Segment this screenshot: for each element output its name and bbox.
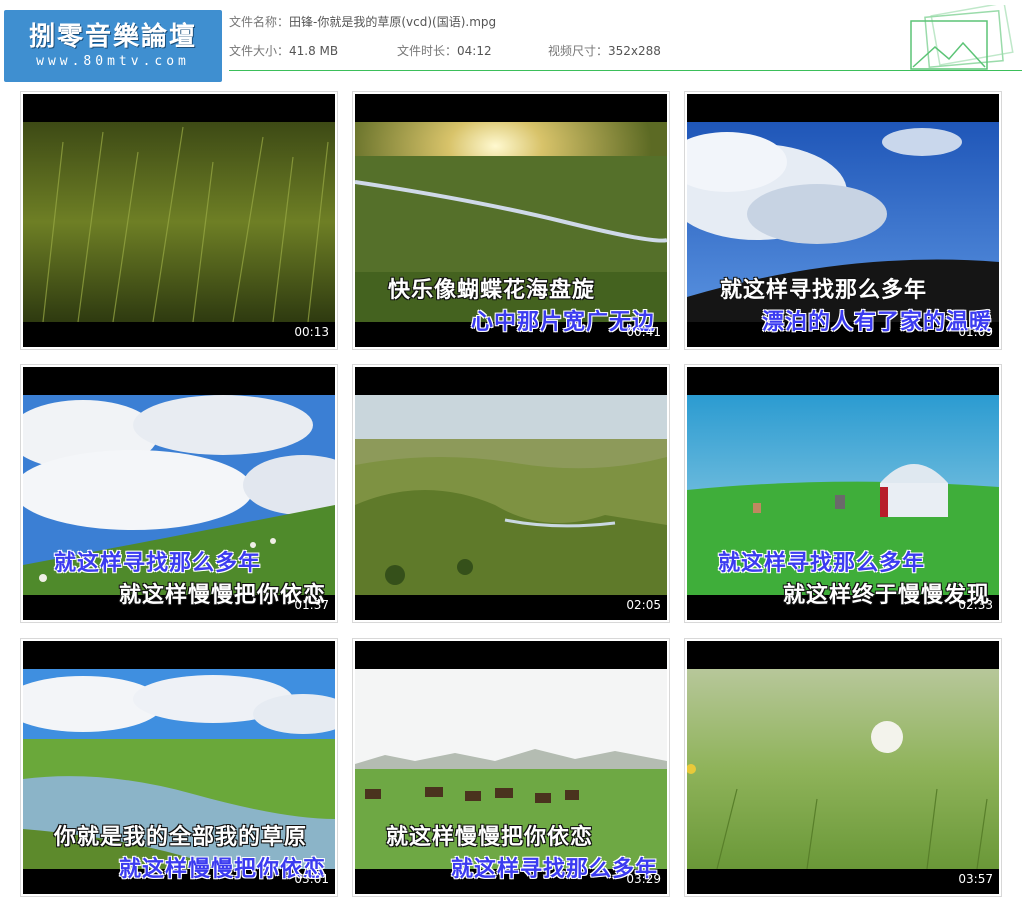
lyric-line-1: 就这样寻找那么多年: [718, 551, 926, 576]
thumbnail[interactable]: 你就是我的全部我的草原 就这样慢慢把你依恋 03:01: [20, 638, 338, 897]
file-duration-label: 文件时长：: [397, 44, 458, 58]
file-name-label: 文件名称：: [229, 15, 290, 29]
timestamp: 03:01: [294, 872, 329, 886]
timestamp: 02:05: [626, 598, 661, 612]
video-dimensions-label: 视频尺寸：: [548, 44, 609, 58]
file-size-value: 41.8 MB: [289, 44, 339, 58]
thumbnail[interactable]: 就这样寻找那么多年 漂泊的人有了家的温暖 01:09: [684, 91, 1002, 350]
lyric-line-1: 就这样寻找那么多年: [720, 278, 928, 303]
lyric-line-1: 就这样慢慢把你依恋: [386, 825, 594, 850]
video-dimensions-value: 352x288: [608, 44, 661, 58]
file-duration-row: 文件时长：04:12: [397, 42, 492, 59]
lyric-line-1: 你就是我的全部我的草原: [54, 825, 308, 850]
thumbnail[interactable]: 就这样寻找那么多年 就这样终于慢慢发现 02:33: [684, 364, 1002, 623]
timestamp: 03:57: [958, 872, 993, 886]
logo-url: www.80mtv.com: [36, 54, 190, 69]
thumbnail[interactable]: 00:13: [20, 91, 338, 350]
video-dimensions-row: 视频尺寸：352x288: [548, 42, 661, 59]
scene-rolling-hills: [355, 395, 667, 595]
thumbnail[interactable]: 快乐像蝴蝶花海盘旋 心中那片宽广无边 00:41: [352, 91, 670, 350]
thumbnail[interactable]: 02:05: [352, 364, 670, 623]
file-duration-value: 04:12: [457, 44, 492, 58]
file-name-row: 文件名称：田锋-你就是我的草原(vcd)(国语).mpg: [229, 13, 496, 30]
scene-dandelion: [687, 669, 999, 869]
timestamp: 02:33: [958, 598, 993, 612]
file-size-label: 文件大小：: [229, 44, 290, 58]
thumbnail[interactable]: 03:57: [684, 638, 1002, 897]
timestamp: 01:09: [958, 325, 993, 339]
timestamp: 00:13: [294, 325, 329, 339]
header: 捌零音樂論壇 www.80mtv.com 文件名称：田锋-你就是我的草原(vcd…: [0, 0, 1024, 82]
lyric-line-1: 快乐像蝴蝶花海盘旋: [388, 278, 596, 303]
timestamp: 00:41: [626, 325, 661, 339]
timestamp: 03:29: [626, 872, 661, 886]
lyric-line-1: 就这样寻找那么多年: [54, 551, 262, 576]
timestamp: 01:37: [294, 598, 329, 612]
file-name-value: 田锋-你就是我的草原(vcd)(国语).mpg: [289, 15, 497, 29]
site-logo: 捌零音樂論壇 www.80mtv.com: [4, 10, 222, 82]
thumbnail[interactable]: 就这样寻找那么多年 就这样慢慢把你依恋 01:37: [20, 364, 338, 623]
thumbnail[interactable]: 就这样慢慢把你依恋 就这样寻找那么多年 03:29: [352, 638, 670, 897]
scene-tall-grass: [23, 122, 335, 322]
file-size-row: 文件大小：41.8 MB: [229, 42, 338, 59]
header-divider: [229, 70, 1022, 71]
picture-frames-icon: [910, 5, 1014, 70]
logo-title: 捌零音樂論壇: [28, 22, 197, 52]
